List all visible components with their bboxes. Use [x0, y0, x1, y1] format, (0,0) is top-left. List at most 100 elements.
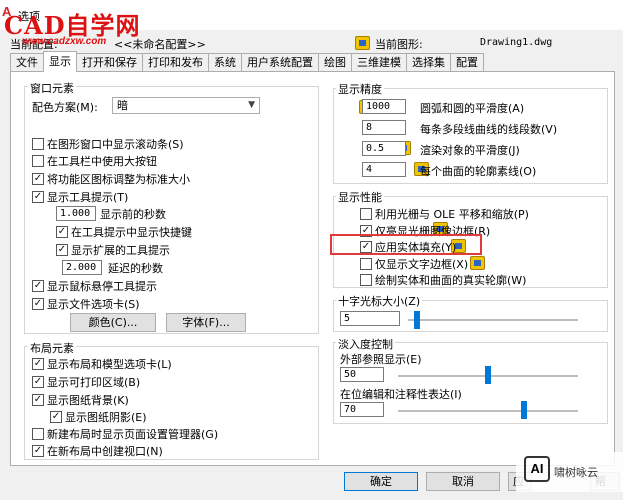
tab-strip: 文件 显示 打开和保存 打印和发布 系统 用户系统配置 绘图 三维建模 选择集 …	[10, 51, 484, 72]
checkbox-box: ✓	[32, 358, 44, 370]
checkbox-show-tooltips[interactable]: ✓ 显示工具提示(T)	[32, 189, 128, 205]
checkbox-label: 在工具栏中使用大按钮	[47, 155, 157, 168]
tab-plot-publish[interactable]: 打印和发布	[142, 53, 209, 72]
badge-text: 啸树咏云	[554, 466, 598, 479]
display-resolution-title: 显示精度	[336, 81, 384, 97]
drawing-icon	[355, 36, 370, 50]
checkbox-box	[360, 258, 372, 270]
checkbox-box	[32, 155, 44, 167]
checkbox-label: 在工具提示中显示快捷键	[71, 226, 192, 239]
crosshair-slider-track	[408, 319, 578, 321]
colors-button[interactable]: 颜色(C)...	[70, 313, 156, 332]
checkbox-box: ✓	[360, 241, 372, 253]
checkbox-label: 显示工具提示(T)	[47, 191, 129, 204]
checkbox-label: 新建布局时显示页面设置管理器(G)	[47, 428, 219, 441]
tab-profiles[interactable]: 配置	[450, 53, 484, 72]
checkbox-extended-tooltips[interactable]: ✓ 显示扩展的工具提示	[56, 242, 170, 258]
checkbox-ribbon-icons[interactable]: ✓ 将功能区图标调整为标准大小	[32, 171, 190, 187]
ok-button[interactable]: 确定	[344, 472, 418, 491]
checkbox-label: 显示文件选项卡(S)	[47, 298, 140, 311]
render-smoothness-label: 渲染对象的平滑度(J)	[420, 144, 520, 157]
checkbox-box: ✓	[32, 298, 44, 310]
checkbox-label: 利用光栅与 OLE 平移和缩放(P)	[375, 208, 529, 221]
tooltip-delay-input[interactable]: 1.000	[56, 206, 96, 221]
tab-open-save[interactable]: 打开和保存	[76, 53, 143, 72]
xref-fade-input[interactable]: 50	[340, 367, 384, 382]
cancel-button[interactable]: 取消	[426, 472, 500, 491]
tab-drafting[interactable]: 绘图	[318, 53, 352, 72]
xref-fade-slider-thumb[interactable]	[485, 366, 491, 384]
checkbox-paper-shadow[interactable]: ✓ 显示图纸阴影(E)	[50, 409, 147, 425]
fonts-button[interactable]: 字体(F)...	[166, 313, 246, 332]
drawing-value: Drawing1.dwg	[480, 37, 553, 48]
checkbox-label: 应用实体填充(Y)	[375, 241, 457, 254]
checkbox-box: ✓	[32, 376, 44, 388]
checkbox-box	[32, 428, 44, 440]
drawing-label: 当前图形:	[375, 38, 423, 51]
checkbox-label: 显示布局和模型选项卡(L)	[47, 358, 172, 371]
tab-system[interactable]: 系统	[208, 53, 242, 72]
tab-3d-modeling[interactable]: 三维建模	[351, 53, 407, 72]
extended-delay-label: 延迟的秒数	[108, 262, 163, 275]
checkbox-box: ✓	[56, 226, 68, 238]
checkbox-true-silhouettes[interactable]: 绘制实体和曲面的真实轮廓(W)	[360, 272, 526, 288]
checkbox-box: ✓	[32, 280, 44, 292]
color-scheme-value: 暗	[117, 99, 128, 112]
watermark-url: www.cadzxw.com	[22, 36, 107, 47]
checkbox-paper-background[interactable]: ✓ 显示图纸背景(K)	[32, 392, 129, 408]
checkbox-raster-ole-pan[interactable]: 利用光栅与 OLE 平移和缩放(P)	[360, 206, 529, 222]
checkbox-box: ✓	[32, 394, 44, 406]
arc-smoothness-input[interactable]: 1000	[362, 99, 406, 114]
tab-files[interactable]: 文件	[10, 53, 44, 72]
checkbox-box	[360, 274, 372, 286]
inplace-fade-slider-track	[398, 410, 578, 412]
profile-value: <<未命名配置>>	[114, 38, 206, 51]
checkbox-label: 在新布局中创建视口(N)	[47, 445, 163, 458]
checkbox-label: 将功能区图标调整为标准大小	[47, 173, 190, 186]
checkbox-box	[360, 208, 372, 220]
checkbox-layout-model-tabs[interactable]: ✓ 显示布局和模型选项卡(L)	[32, 356, 172, 372]
tab-selection[interactable]: 选择集	[406, 53, 451, 72]
checkbox-label: 显示图纸背景(K)	[47, 394, 129, 407]
extended-delay-input[interactable]: 2.000	[62, 260, 102, 275]
contour-lines-input[interactable]: 4	[362, 162, 406, 177]
checkbox-box: ✓	[32, 445, 44, 457]
checkbox-label: 绘制实体和曲面的真实轮廓(W)	[375, 274, 527, 287]
contour-lines-label: 每个曲面的轮廓素线(O)	[420, 165, 537, 178]
checkbox-rollover-tooltips[interactable]: ✓ 显示鼠标悬停工具提示	[32, 278, 157, 294]
checkbox-text-frame-only[interactable]: 仅显示文字边框(X)	[360, 256, 468, 272]
inplace-fade-input[interactable]: 70	[340, 402, 384, 417]
polyline-segments-label: 每条多段线曲线的线段数(V)	[420, 123, 558, 136]
checkbox-page-setup-manager[interactable]: 新建布局时显示页面设置管理器(G)	[32, 426, 218, 442]
checkbox-scrollbars[interactable]: 在图形窗口中显示滚动条(S)	[32, 136, 184, 152]
inplace-fade-slider-thumb[interactable]	[521, 401, 527, 419]
checkbox-box: ✓	[32, 173, 44, 185]
checkbox-box: ✓	[32, 191, 44, 203]
checkbox-shortcut-keys[interactable]: ✓ 在工具提示中显示快捷键	[56, 224, 192, 240]
checkbox-label: 显示扩展的工具提示	[71, 244, 170, 257]
arc-smoothness-label: 圆弧和圆的平滑度(A)	[420, 102, 525, 115]
layout-elements-title: 布局元素	[28, 340, 76, 356]
render-smoothness-input[interactable]: 0.5	[362, 141, 406, 156]
ai-logo-icon: AI	[524, 456, 550, 482]
color-scheme-select[interactable]: 暗 ▼	[112, 97, 260, 114]
drawing-setting-icon	[469, 256, 485, 270]
checkbox-create-viewport[interactable]: ✓ 在新布局中创建视口(N)	[32, 443, 163, 459]
tab-display[interactable]: 显示	[43, 51, 77, 72]
fade-control-title: 淡入度控制	[336, 336, 395, 352]
crosshair-slider-thumb[interactable]	[413, 311, 420, 329]
checkbox-box	[32, 138, 44, 150]
color-scheme-label: 配色方案(M):	[32, 101, 98, 114]
checkbox-apply-solid-fill[interactable]: ✓ 应用实体填充(Y)	[360, 239, 456, 255]
inplace-fade-label: 在位编辑和注释性表达(I)	[340, 388, 462, 401]
crosshair-size-input[interactable]: 5	[340, 311, 400, 326]
crosshair-title: 十字光标大小(Z)	[336, 293, 423, 309]
checkbox-label: 仅显示文字边框(X)	[375, 258, 469, 271]
checkbox-file-tabs[interactable]: ✓ 显示文件选项卡(S)	[32, 296, 140, 312]
polyline-segments-input[interactable]: 8	[362, 120, 406, 135]
checkbox-large-buttons[interactable]: 在工具栏中使用大按钮	[32, 153, 157, 169]
xref-fade-label: 外部参照显示(E)	[340, 353, 422, 366]
checkbox-label: 在图形窗口中显示滚动条(S)	[47, 138, 184, 151]
tab-user-preferences[interactable]: 用户系统配置	[241, 53, 319, 72]
checkbox-printable-area[interactable]: ✓ 显示可打印区域(B)	[32, 374, 140, 390]
